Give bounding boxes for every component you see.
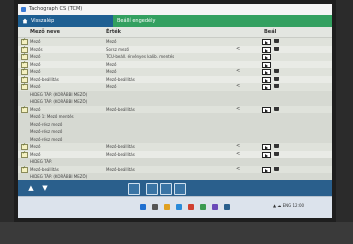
play-icon[interactable]	[262, 106, 271, 113]
play-icon[interactable]	[262, 54, 271, 60]
row-value: TCU-beáll. érvényes kalib. mentés	[106, 54, 175, 59]
play-icon[interactable]	[262, 84, 271, 90]
play-icon[interactable]	[262, 61, 271, 68]
row-status: <	[236, 143, 241, 149]
printer-icon[interactable]	[128, 183, 140, 195]
start-icon[interactable]	[140, 204, 146, 210]
row-name: Mező	[30, 106, 41, 112]
row-name: Mező	[30, 144, 41, 149]
column-headers: Mező neve Érték Beál	[18, 27, 332, 38]
row-value: Mező-beállítás	[106, 151, 135, 157]
arrow-down-icon[interactable]: ▼	[40, 183, 50, 193]
edge-icon[interactable]	[176, 204, 182, 210]
window-title: Tachograph CS (TCM)	[29, 6, 83, 12]
row-status: <	[236, 105, 241, 112]
play-icon[interactable]	[262, 76, 271, 83]
trash-icon[interactable]	[274, 151, 279, 156]
back-button[interactable]: Visszalép	[18, 15, 113, 27]
row-name: HIDEG TÁP. (KORÁBBI MEZŐ)	[30, 91, 88, 97]
header-bar: Visszalép Beállí engedély	[18, 15, 332, 27]
os-taskbar: ▲ ☁ ENG 12:00	[18, 196, 332, 218]
arrow-up-icon[interactable]: ▲	[26, 183, 36, 193]
row-value: Mező	[106, 61, 117, 67]
trash-icon[interactable]	[274, 84, 279, 88]
row-status: <	[236, 165, 241, 172]
row-checkbox[interactable]	[21, 150, 28, 158]
row-name: Mező	[30, 61, 41, 67]
row-value: Mező	[106, 69, 117, 74]
app-window: Tachograph CS (TCM) Visszalép Beállí eng…	[18, 4, 332, 218]
bottom-toolbar: ▲ ▼	[18, 180, 332, 196]
row-status: <	[236, 83, 241, 89]
grid-icon[interactable]	[174, 183, 186, 195]
play-icon[interactable]	[262, 69, 271, 75]
row-name: Mező	[30, 151, 41, 157]
search-icon[interactable]	[152, 204, 158, 210]
trash-icon[interactable]	[274, 166, 279, 171]
back-label: Visszalép	[31, 18, 55, 24]
row-name: Mező	[30, 69, 41, 74]
section-title: Beállí engedély	[117, 18, 156, 24]
home-icon	[22, 18, 28, 24]
trash-icon[interactable]	[274, 46, 279, 51]
app-icon	[21, 7, 26, 12]
app-taskbar-icon[interactable]	[200, 204, 206, 210]
play-icon[interactable]	[262, 46, 271, 53]
laptop-keyboard	[0, 222, 353, 244]
row-status: <	[236, 68, 241, 74]
row-status: <	[236, 45, 241, 52]
column-header-status: Beál	[264, 29, 277, 35]
app-taskbar-icon[interactable]	[224, 204, 230, 210]
row-value: Mező-beállítás	[106, 76, 135, 82]
section-header: Beállí engedély	[113, 15, 332, 27]
app-taskbar-icon[interactable]	[188, 204, 194, 210]
row-name: Mező-rész mező	[30, 136, 63, 142]
play-icon[interactable]	[262, 39, 271, 45]
row-name: Mező	[30, 39, 41, 44]
row-checkbox[interactable]	[21, 82, 28, 90]
play-icon[interactable]	[262, 144, 271, 150]
row-name: Mező-rész mező	[30, 121, 63, 127]
row-value: Mező	[106, 39, 117, 44]
trash-icon[interactable]	[274, 39, 279, 43]
row-status: <	[236, 150, 241, 157]
row-value: Mező-beállítás	[106, 106, 135, 112]
row-name: HIDEG TÁP.	[30, 159, 53, 164]
trash-icon[interactable]	[274, 76, 279, 81]
row-name: Mezős	[30, 46, 43, 52]
trash-icon[interactable]	[274, 69, 279, 73]
row-value: Mező-beállítás	[106, 166, 135, 172]
play-icon[interactable]	[262, 151, 271, 158]
row-name: Mező-beállítás	[30, 76, 59, 82]
row-value: Mező	[106, 84, 117, 89]
back-icon[interactable]	[146, 183, 158, 195]
row-checkbox[interactable]	[21, 105, 28, 113]
row-name: Mező	[30, 84, 41, 89]
row-name: HIDEG TÁP. (KORÁBBI MEZŐ)	[30, 99, 88, 104]
save-icon[interactable]	[160, 183, 172, 195]
trash-icon[interactable]	[274, 144, 279, 148]
column-header-name: Mező neve	[30, 29, 61, 35]
explorer-icon[interactable]	[164, 204, 170, 210]
trash-icon[interactable]	[274, 106, 279, 111]
row-name: Mező 1: Mező mentés	[30, 114, 74, 119]
system-tray: ▲ ☁ ENG 12:00	[273, 203, 305, 208]
row-value: Sorsz mező	[106, 46, 129, 52]
row-checkbox[interactable]	[21, 165, 28, 173]
play-icon[interactable]	[262, 166, 271, 173]
row-value: Mező-beállítás	[106, 144, 135, 149]
row-name: Mező-beállítás	[30, 166, 59, 172]
app-taskbar-icon[interactable]	[212, 204, 218, 210]
row-name: Mező-rész mező	[30, 129, 63, 134]
row-name: Mező	[30, 54, 41, 59]
column-header-value: Érték	[106, 29, 121, 35]
